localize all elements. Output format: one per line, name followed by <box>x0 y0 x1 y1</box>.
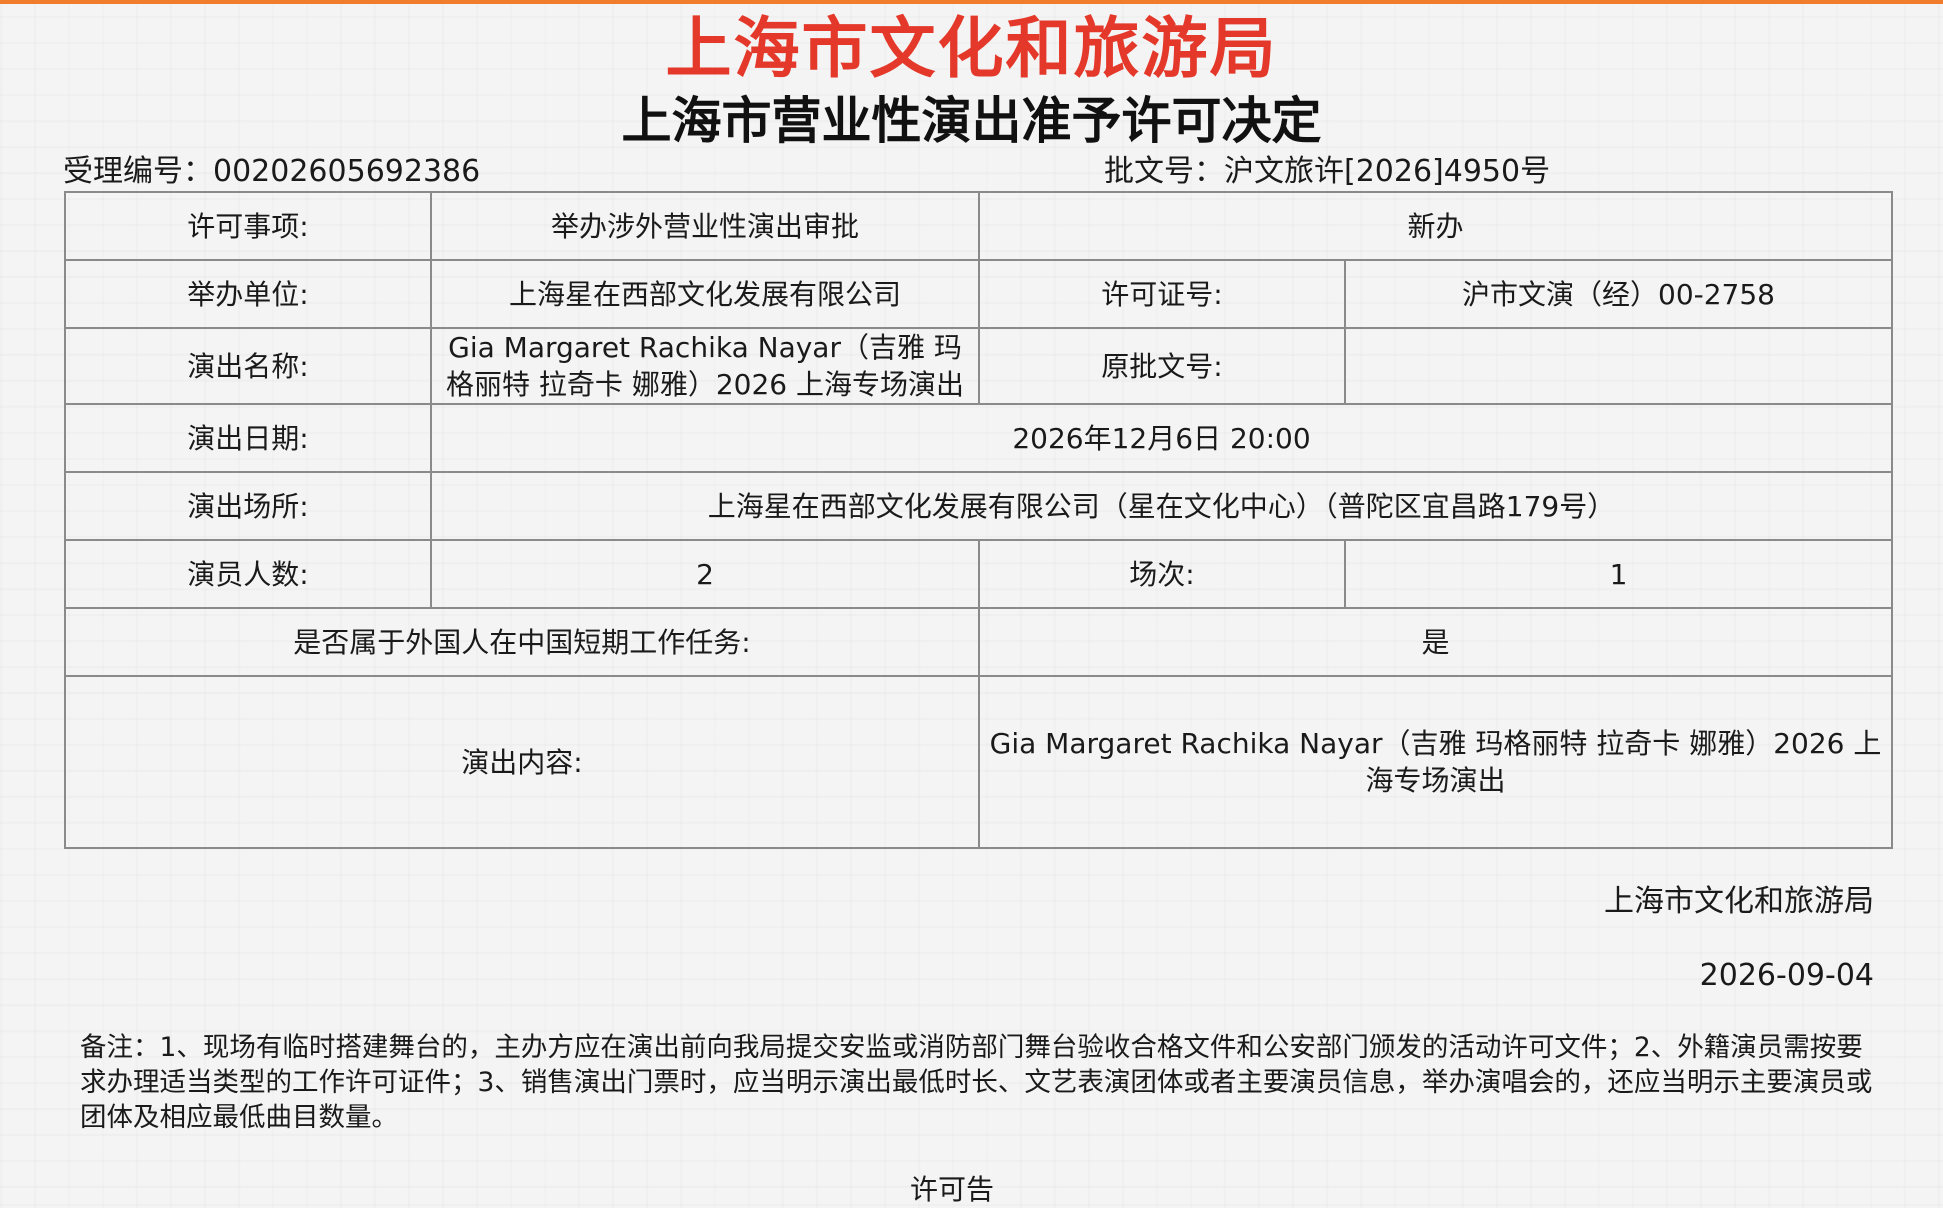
table-row: 许可事项: 举办涉外营业性演出审批 新办 <box>64 191 1894 261</box>
foreign-work-value: 是 <box>977 607 1894 677</box>
sessions-label: 场次: <box>978 539 1346 609</box>
organizer-label: 举办单位: <box>64 259 432 329</box>
venue-value: 上海星在西部文化发展有限公司（星在文化中心）（普陀区宜昌路179号） <box>429 471 1894 541</box>
performer-count-value: 2 <box>430 539 980 609</box>
table-row: 举办单位: 上海星在西部文化发展有限公司 许可证号: 沪市文演（经）00-275… <box>64 259 1894 329</box>
show-name-value: Gia Margaret Rachika Nayar（吉雅 玛格丽特 拉奇卡 娜… <box>430 327 980 405</box>
permit-item-label: 许可事项: <box>64 191 432 261</box>
issuer-title: 上海市文化和旅游局 <box>665 10 1278 87</box>
performer-count-label: 演员人数: <box>64 539 432 609</box>
original-approval-value <box>1343 327 1894 405</box>
sessions-value: 1 <box>1343 539 1894 609</box>
content-value: Gia Margaret Rachika Nayar（吉雅 玛格丽特 拉奇卡 娜… <box>977 675 1894 849</box>
acceptance-number: 受理编号：00202605692386 <box>63 154 481 189</box>
content-label: 演出内容: <box>64 675 980 849</box>
issuer-signature: 上海市文化和旅游局 <box>1604 884 1874 919</box>
license-number-label: 许可证号: <box>978 259 1346 329</box>
show-date-label: 演出日期: <box>64 403 432 473</box>
show-date-value: 2026年12月6日 20:00 <box>429 403 1894 473</box>
remarks: 备注：1、现场有临时搭建舞台的，主办方应在演出前向我局提交安监或消防部门舞台验收… <box>80 1032 1873 1133</box>
organizer-value: 上海星在西部文化发展有限公司 <box>430 259 980 329</box>
table-row: 演员人数: 2 场次: 1 <box>64 539 1894 609</box>
license-number-value: 沪市文演（经）00-2758 <box>1343 259 1894 329</box>
table-row: 是否属于外国人在中国短期工作任务: 是 <box>64 607 1894 677</box>
document-title: 上海市营业性演出准予许可决定 <box>621 92 1322 150</box>
venue-label: 演出场所: <box>64 471 432 541</box>
approval-number: 批文号：沪文旅许[2026]4950号 <box>1104 154 1551 189</box>
permit-table: 许可事项: 举办涉外营业性演出审批 新办 举办单位: 上海星在西部文化发展有限公… <box>64 191 1894 849</box>
permit-item-value: 举办涉外营业性演出审批 <box>430 191 980 261</box>
issue-date: 2026-09-04 <box>1699 958 1874 993</box>
table-row: 演出名称: Gia Margaret Rachika Nayar（吉雅 玛格丽特… <box>64 327 1894 405</box>
top-accent-bar <box>0 0 1943 4</box>
original-approval-label: 原批文号: <box>978 327 1346 405</box>
table-row: 演出日期: 2026年12月6日 20:00 <box>64 403 1894 473</box>
foreign-work-label: 是否属于外国人在中国短期工作任务: <box>64 607 980 677</box>
show-name-label: 演出名称: <box>64 327 432 405</box>
cut-off-heading: 许可告 <box>910 1173 995 1206</box>
table-row: 演出内容: Gia Margaret Rachika Nayar（吉雅 玛格丽特… <box>64 675 1894 849</box>
table-row: 演出场所: 上海星在西部文化发展有限公司（星在文化中心）（普陀区宜昌路179号） <box>64 471 1894 541</box>
permit-type-value: 新办 <box>977 191 1894 261</box>
